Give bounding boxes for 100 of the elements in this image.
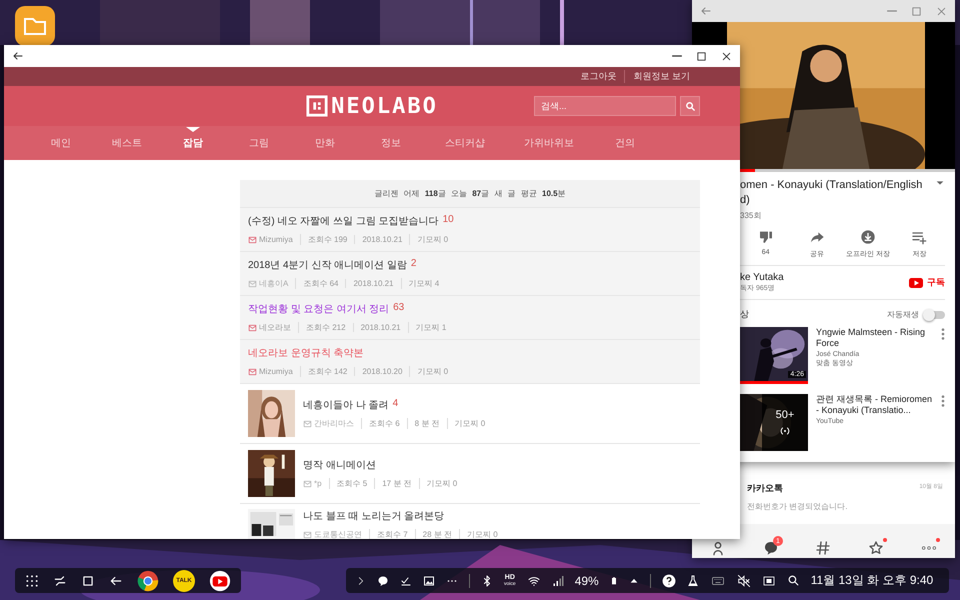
minimize-button[interactable] <box>672 55 682 57</box>
more-vertical-icon[interactable] <box>941 327 945 341</box>
back-button[interactable] <box>12 50 24 62</box>
autoplay-label: 자동재생 <box>887 309 919 320</box>
video-title: 관련 재생목록 - Remioromen - Konayuki (Translatio... <box>816 394 933 416</box>
video-progress-bar[interactable] <box>740 169 955 172</box>
message-icon[interactable] <box>377 574 389 586</box>
close-icon <box>721 50 732 62</box>
back-arrow-icon <box>12 50 24 62</box>
mail-icon <box>303 420 312 428</box>
help-icon[interactable] <box>662 574 676 588</box>
notification-app: 카카오톡 <box>747 482 783 495</box>
chevron-right-icon <box>356 574 366 586</box>
post-title[interactable]: 네오라보 운영규칙 축약본 <box>248 346 364 360</box>
like-count: 기모찌 0 <box>459 529 505 539</box>
channel-name: ke Yutaka <box>740 272 784 283</box>
recents-button[interactable] <box>53 574 67 588</box>
nav-tab[interactable] <box>815 540 832 556</box>
flask-icon[interactable] <box>686 574 699 588</box>
logo-mark-icon <box>306 95 328 117</box>
like-count: 기모찌 0 <box>446 418 492 429</box>
comment-count: 63 <box>393 302 404 315</box>
thumbs-down-icon <box>758 229 774 245</box>
post-date: 2018.10.20 <box>354 367 410 376</box>
post-author: *p <box>313 479 323 488</box>
signal-icon[interactable] <box>552 574 564 586</box>
comment-count: 10 <box>442 214 454 227</box>
post-author: Mizumiya <box>258 367 294 376</box>
expand-button[interactable] <box>356 574 366 586</box>
mail-icon <box>248 236 257 244</box>
header-link[interactable]: 로그아웃 <box>572 70 624 83</box>
post-author: 도쿄통신공연 <box>313 529 363 539</box>
post-date: 2018.10.21 <box>354 235 410 244</box>
post-date: 2018.10.21 <box>345 279 401 288</box>
post-title[interactable]: 네흥이들아 나 졸려 <box>303 398 389 412</box>
like-count: 기모찌 1 <box>408 322 454 333</box>
battery-icon[interactable] <box>610 574 618 586</box>
maximize-button[interactable] <box>696 50 707 62</box>
mail-icon <box>303 480 312 488</box>
post-date: 17 분 전 <box>374 478 419 489</box>
checkmark-icon[interactable] <box>400 574 412 586</box>
star-icon <box>868 540 884 556</box>
apps-button[interactable] <box>25 574 39 588</box>
post-author: 간바리마스 <box>313 418 355 429</box>
recents-icon <box>53 574 67 588</box>
like-count: 기모찌 0 <box>418 478 464 489</box>
view-count: 조회수 142 <box>300 366 354 377</box>
hashtag-icon <box>815 540 832 556</box>
close-button[interactable] <box>721 50 732 62</box>
view-count: 조회수 212 <box>298 322 353 333</box>
post-title[interactable]: 2018년 4분기 신작 애니메이션 일람 <box>248 258 407 272</box>
image-icon[interactable] <box>423 574 435 586</box>
post-title[interactable]: 작업현황 및 요청은 여기서 정리 <box>248 302 390 316</box>
post-title[interactable]: 나도 블프 때 노리는거 올려본당 <box>303 509 444 523</box>
chrome-logo-icon <box>137 570 159 592</box>
selection-marker-icon <box>186 127 200 132</box>
wifi-icon[interactable] <box>526 574 541 586</box>
post-author: 네오라보 <box>258 322 292 333</box>
post-title[interactable]: 명작 애니메이션 <box>303 458 376 472</box>
view-count: 335회 <box>740 210 762 221</box>
chrome-app-button[interactable] <box>137 570 159 592</box>
video-title: d) <box>740 193 751 208</box>
view-count: 조회수 64 <box>295 278 346 289</box>
keyboard-icon[interactable] <box>710 574 726 586</box>
home-button[interactable] <box>81 574 95 588</box>
home-square-icon <box>81 574 95 588</box>
mute-icon[interactable] <box>736 574 751 588</box>
bluetooth-icon[interactable] <box>481 574 493 586</box>
autoplay-toggle[interactable] <box>925 310 945 318</box>
search-icon[interactable] <box>786 574 800 587</box>
screenshot-icon[interactable] <box>762 574 776 586</box>
view-count: 조회수 5 <box>328 478 374 489</box>
subscribe-button[interactable]: 구독 <box>909 276 945 289</box>
minimize-icon <box>672 55 682 57</box>
apps-grid-icon <box>25 574 39 588</box>
post-date: 28 분 전 <box>414 529 460 539</box>
search-button[interactable] <box>680 96 700 116</box>
like-count: 기모찌 4 <box>400 278 446 289</box>
mail-icon <box>248 280 257 288</box>
view-count: 조회수 7 <box>369 529 415 539</box>
mail-icon <box>248 324 257 332</box>
comment-count: 2 <box>410 258 416 271</box>
video-title: Yngwie Malmsteen - Rising Force <box>816 327 926 349</box>
nav-tab[interactable]: 잡담 <box>183 128 203 158</box>
site-logo[interactable]: NEOLABO <box>331 94 438 118</box>
view-count: 조회수 6 <box>361 418 407 429</box>
header-link[interactable]: 회원정보 보기 <box>624 70 698 83</box>
mail-icon <box>248 368 257 376</box>
more-vertical-icon[interactable] <box>941 394 945 408</box>
clock[interactable]: 11월 13일 화 오후 9:40 <box>810 572 934 589</box>
nav-tab[interactable] <box>868 540 884 556</box>
view-count: 조회수 199 <box>300 234 354 245</box>
section-heading: 상 <box>740 308 749 321</box>
youtube-app-button[interactable] <box>209 570 231 592</box>
comment-count: 4 <box>392 398 398 411</box>
battery-percentage: 49% <box>574 574 599 588</box>
post-author: 네흥이A <box>258 278 290 289</box>
post-title[interactable]: (수정) 네오 자짤에 쓰일 그림 모집받습니다 <box>248 214 439 228</box>
search-field[interactable]: 검색... <box>534 96 676 116</box>
search-icon <box>684 100 696 112</box>
